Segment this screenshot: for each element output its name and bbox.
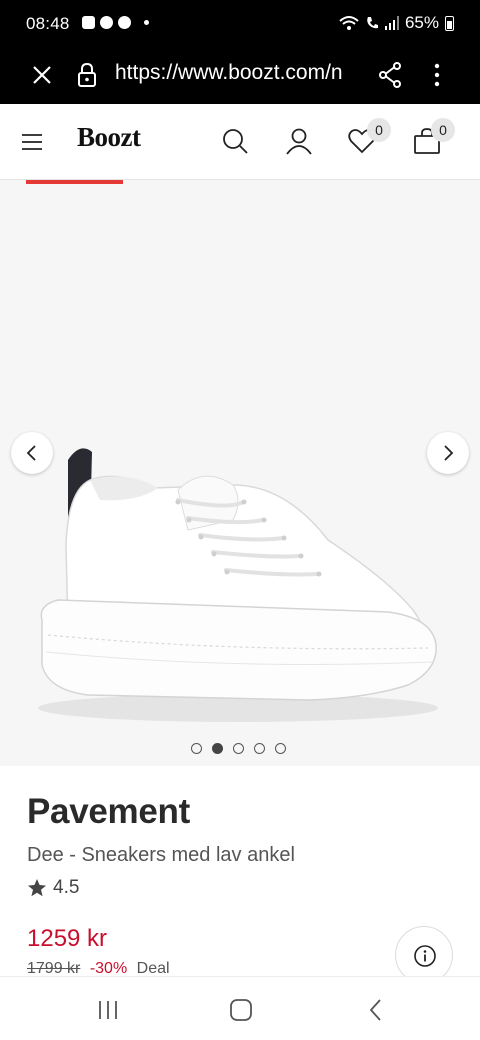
status-bar: 08:48 65% — [0, 0, 480, 48]
gallery-prev-button[interactable] — [11, 432, 53, 474]
discount-label: -30% — [89, 960, 128, 977]
system-nav-bar — [0, 976, 480, 1040]
product-rating[interactable]: 4.5 — [27, 877, 79, 899]
product-image — [38, 448, 438, 722]
more-icon[interactable] — [428, 60, 446, 90]
wishlist-count-badge: 0 — [367, 118, 391, 142]
share-icon[interactable] — [378, 60, 402, 90]
rating-value: 4.5 — [53, 877, 80, 898]
chevron-right-icon — [444, 445, 454, 461]
close-icon[interactable] — [28, 61, 56, 89]
messenger-icon — [118, 16, 131, 29]
gallery-accent-bar — [26, 180, 123, 184]
product-name: Dee - Sneakers med lav ankel — [27, 844, 295, 866]
battery-percent: 65% — [404, 13, 439, 32]
gallery-next-button[interactable] — [427, 432, 469, 474]
old-price: 1799 kr — [27, 960, 81, 977]
product-gallery[interactable] — [0, 180, 480, 766]
gallery-dot-active[interactable] — [212, 743, 223, 754]
product-brand[interactable]: Pavement — [27, 792, 190, 832]
messenger-icon — [100, 16, 113, 29]
battery-icon — [445, 15, 454, 31]
gallery-dot[interactable] — [191, 743, 202, 754]
site-logo[interactable]: Boozt — [77, 122, 141, 153]
gallery-dot[interactable] — [233, 743, 244, 754]
gallery-icon — [82, 16, 95, 29]
system-status: 65% — [339, 13, 454, 33]
cart-count-badge: 0 — [431, 118, 455, 142]
product-price: 1259 kr — [27, 925, 108, 952]
recents-icon[interactable] — [95, 997, 121, 1023]
back-icon[interactable] — [363, 997, 389, 1023]
chevron-left-icon — [26, 445, 36, 461]
gallery-dot[interactable] — [275, 743, 286, 754]
site-header: Boozt 0 0 — [0, 104, 480, 180]
signal-icon — [384, 16, 399, 30]
deal-label: Deal — [136, 960, 170, 977]
info-icon — [414, 945, 436, 967]
search-icon[interactable] — [220, 126, 250, 156]
menu-icon[interactable] — [20, 130, 44, 154]
star-icon — [28, 879, 46, 897]
notification-dot — [144, 20, 149, 25]
browser-toolbar: https://www.boozt.com/n — [0, 48, 480, 104]
lock-icon[interactable] — [76, 61, 98, 89]
status-time: 08:48 — [26, 14, 70, 33]
wifi-icon — [339, 16, 359, 30]
notification-icons — [82, 16, 149, 29]
product-info: Pavement Dee - Sneakers med lav ankel 4.… — [0, 766, 480, 984]
account-icon[interactable] — [284, 126, 314, 156]
call-icon — [367, 17, 378, 29]
home-icon[interactable] — [228, 997, 254, 1023]
gallery-dot[interactable] — [254, 743, 265, 754]
url-field[interactable]: https://www.boozt.com/n — [115, 61, 359, 87]
gallery-pagination — [191, 743, 286, 754]
